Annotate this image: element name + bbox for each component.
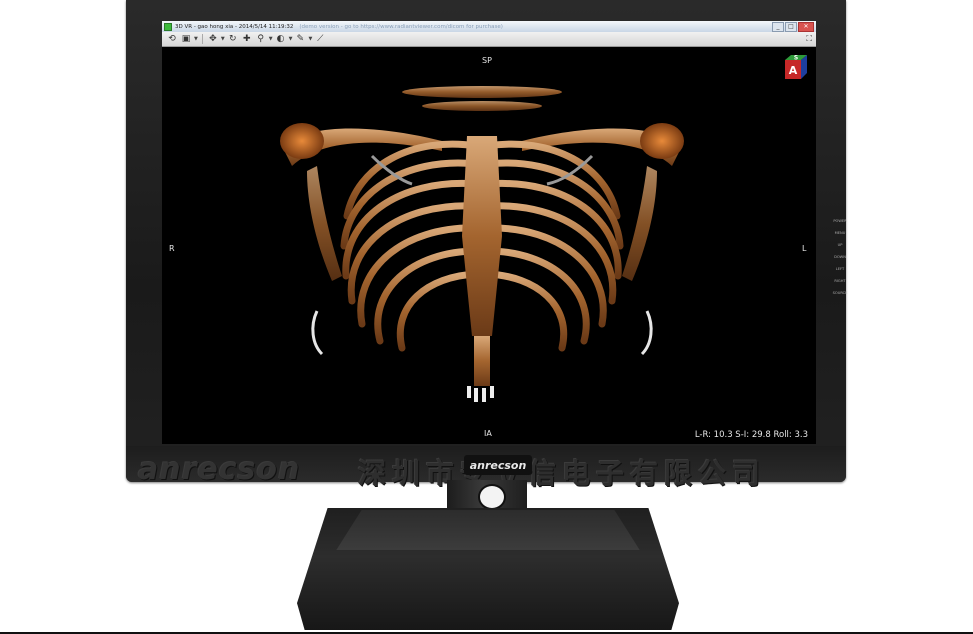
window-title-note: (demo version - go to https://www.radian… (299, 23, 503, 30)
orientation-top: SP (482, 56, 492, 65)
measure-icon[interactable]: ⟋ (314, 34, 326, 45)
menu-button[interactable]: MENU (832, 230, 848, 236)
chevron-down-icon[interactable]: ▼ (221, 36, 225, 42)
monitor-base-top (336, 510, 640, 550)
brand-watermark: anrecson (138, 452, 301, 487)
window-titlebar[interactable]: 3D VR - gao hong xia - 2014/5/14 11:19:3… (162, 21, 816, 32)
rotation-readout: L-R: 10.3 S-I: 29.8 Roll: 3.3 (694, 430, 808, 440)
orientation-cube-icon[interactable]: S A (781, 53, 809, 81)
power-button[interactable]: POWER (832, 218, 848, 224)
chevron-down-icon[interactable]: ▼ (269, 36, 273, 42)
orientation-bottom: IA (484, 429, 492, 438)
window-controls: _ □ ✕ (772, 21, 814, 32)
close-button[interactable]: ✕ (798, 21, 814, 32)
window-level-icon[interactable]: ◐ (275, 34, 287, 45)
reset-icon[interactable]: ↻ (227, 34, 239, 45)
chevron-down-icon[interactable]: ▼ (194, 36, 198, 42)
cube-top-label: S (794, 55, 798, 62)
toolbar: ⟲ ▣ ▼ ✥ ▼ ↻ ✚ ⚲ ▼ ◐ ▼ ✎ ▼ ⟋ ⛶ (162, 32, 816, 47)
monitor-logo: anrecson (464, 455, 532, 475)
down-button[interactable]: DOWN (832, 254, 848, 260)
screen: 3D VR - gao hong xia - 2014/5/14 11:19:3… (162, 21, 816, 444)
chevron-down-icon[interactable]: ▼ (308, 36, 312, 42)
crosshair-icon[interactable]: ✚ (241, 34, 253, 45)
pen-icon[interactable]: ✎ (294, 34, 306, 45)
3d-viewport[interactable]: SP IA R L L-R: 10.3 S-I: 29.8 Roll: 3.3 … (162, 48, 816, 444)
toolbar-divider (201, 34, 203, 44)
company-watermark: 深圳市安立信电子有限公司 (358, 457, 767, 490)
chevron-down-icon[interactable]: ▼ (289, 36, 293, 42)
minimize-button[interactable]: _ (772, 21, 784, 32)
maximize-button[interactable]: □ (785, 21, 797, 32)
app-icon (164, 22, 172, 31)
rib-cage-render (280, 86, 684, 402)
cable-hole (478, 484, 506, 510)
window-title: 3D VR - gao hong xia - 2014/5/14 11:19:3… (175, 23, 294, 30)
monitor-side-buttons: POWER MENU UP DOWN LEFT RIGHT SOURCE (832, 218, 848, 296)
pan-icon[interactable]: ✥ (207, 34, 219, 45)
orientation-right: L (802, 244, 807, 253)
zoom-icon[interactable]: ⚲ (255, 34, 267, 45)
left-button[interactable]: LEFT (832, 266, 848, 272)
source-button[interactable]: SOURCE (832, 290, 848, 296)
fullscreen-icon[interactable]: ⛶ (806, 34, 812, 44)
right-button[interactable]: RIGHT (832, 278, 848, 284)
up-button[interactable]: UP (832, 242, 848, 248)
cube-front-label: A (789, 64, 798, 77)
rotate-icon[interactable]: ⟲ (166, 34, 178, 45)
orientation-left: R (169, 244, 175, 253)
save-icon[interactable]: ▣ (180, 34, 192, 45)
